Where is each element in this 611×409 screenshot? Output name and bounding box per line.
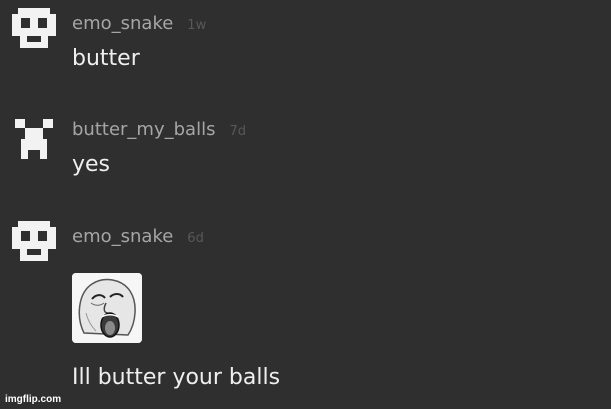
comment-text: yes [72,152,111,177]
username-link[interactable]: butter_my_balls [72,119,215,140]
username-link[interactable]: emo_snake [72,13,173,34]
comment-timestamp: 6d [187,231,204,246]
comment-text: butter [72,46,140,71]
comment-meta: butter_my_balls 7d [72,119,246,140]
pixel-skull-icon[interactable] [12,8,56,48]
comment-meta: emo_snake 1w [72,13,206,34]
watermark: imgflip.com [5,394,62,405]
comment-timestamp: 7d [229,124,246,139]
pixel-creeper-icon[interactable] [12,119,56,159]
username-link[interactable]: emo_snake [72,226,173,247]
pixel-skull-icon[interactable] [12,221,56,261]
comment-text: Ill butter your balls [72,365,281,390]
lol-face-meme-icon[interactable] [72,273,142,343]
comment-meta: emo_snake 6d [72,226,204,247]
comment-timestamp: 1w [187,18,207,33]
